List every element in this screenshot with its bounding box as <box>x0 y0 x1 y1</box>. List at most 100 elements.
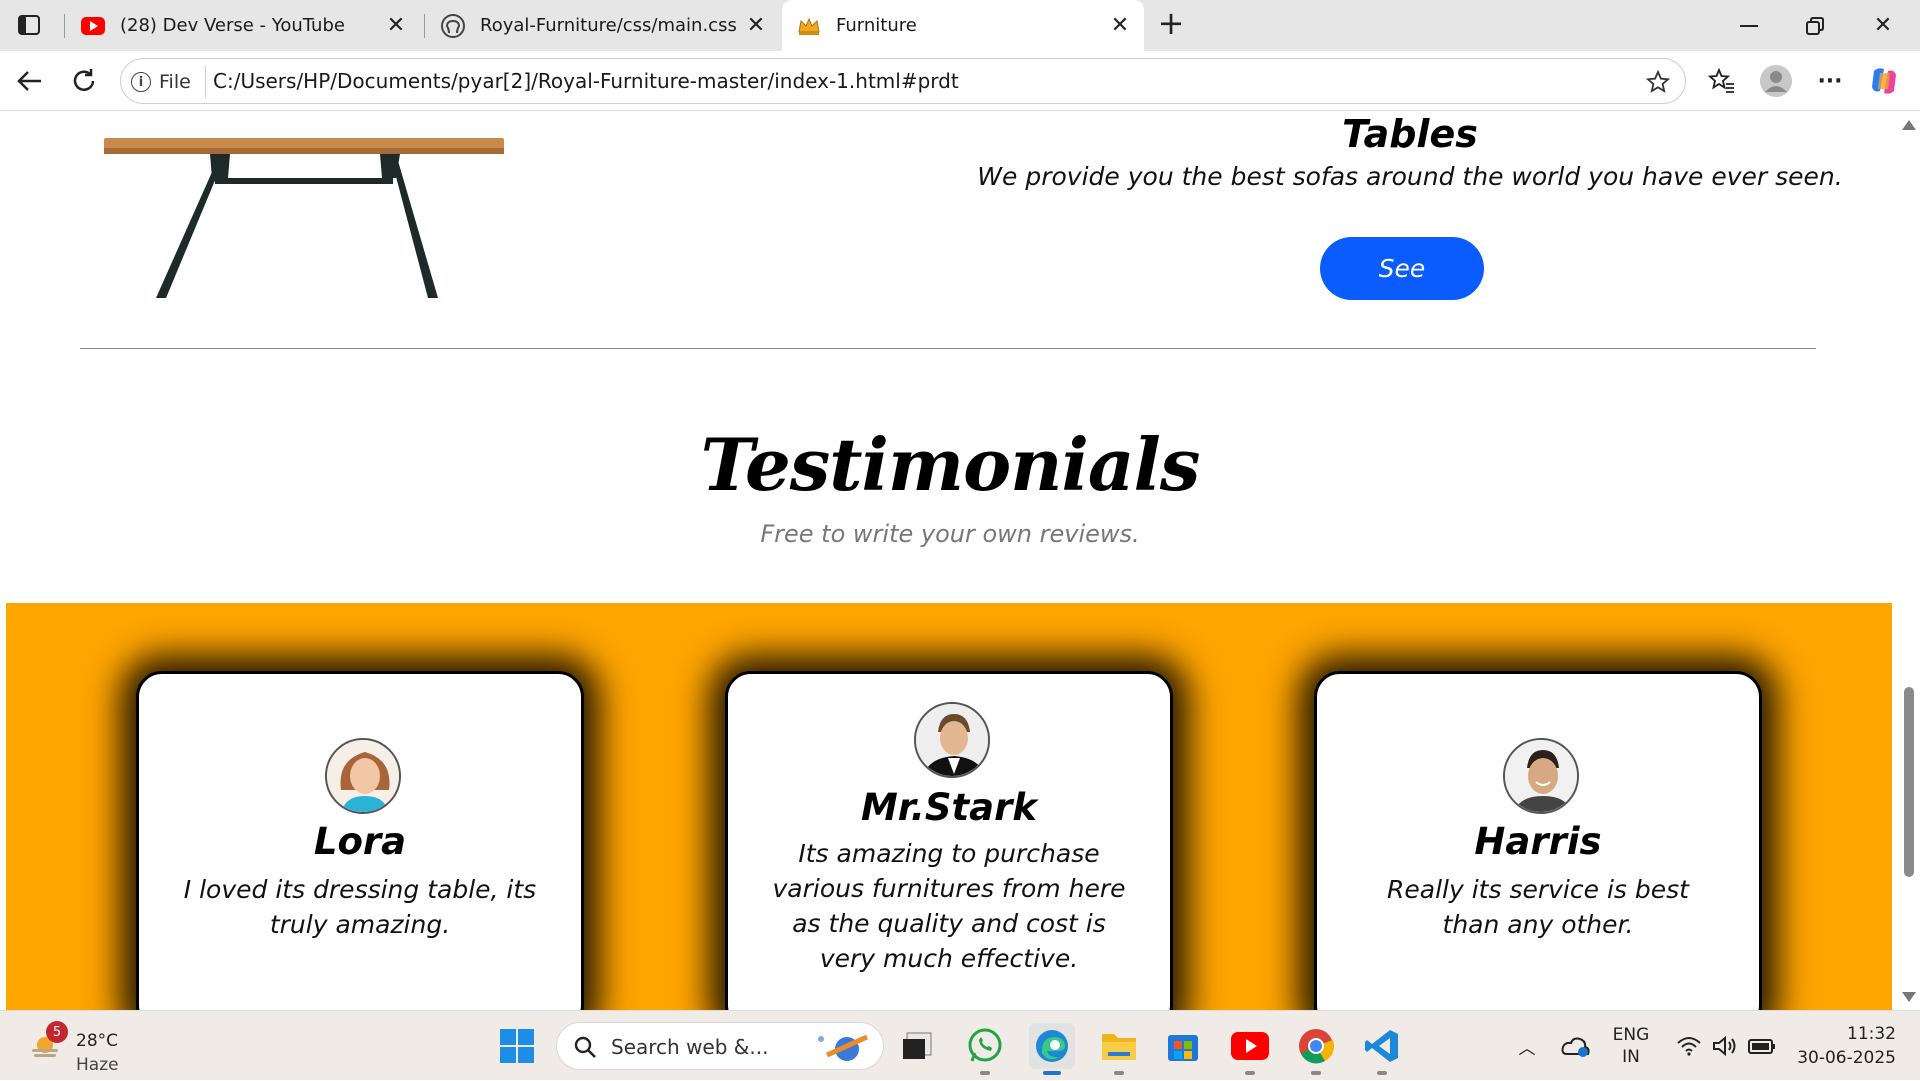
testimonial-card: Lora I loved its dressing table, its tru… <box>136 671 584 1010</box>
tab-youtube[interactable]: (28) Dev Verse - YouTube ✕ <box>66 0 420 51</box>
table-product-image <box>104 138 504 298</box>
whatsapp-button[interactable] <box>962 1023 1008 1075</box>
favorites-icon <box>1708 68 1734 93</box>
close-tab-icon[interactable]: ✕ <box>742 12 770 40</box>
avatar <box>1503 738 1579 814</box>
more-dots-icon: ··· <box>1817 68 1843 94</box>
volume-button[interactable] <box>1708 1011 1742 1081</box>
url-text[interactable]: C:/Users/HP/Documents/pyar[2]/Royal-Furn… <box>213 69 959 93</box>
avatar <box>325 738 401 814</box>
new-tab-button[interactable]: + <box>1154 7 1188 42</box>
task-view-button[interactable] <box>894 1023 940 1069</box>
minimize-icon <box>1740 24 1758 27</box>
tab-separator <box>64 14 65 38</box>
page-scrollbar[interactable] <box>1898 112 1920 1010</box>
folder-icon <box>1102 1034 1136 1060</box>
taskbar: 5 28°C Haze Search web &... ︿ ENG IN 11:… <box>0 1010 1920 1080</box>
star-icon <box>1646 70 1670 93</box>
address-bar: i File C:/Users/HP/Documents/pyar[2]/Roy… <box>0 51 1920 111</box>
weather-temperature: 28°C <box>76 1031 119 1051</box>
avatar-harris-image <box>1505 740 1577 812</box>
youtube-icon <box>80 13 106 39</box>
favorites-button[interactable] <box>1704 63 1740 99</box>
close-tab-icon[interactable]: ✕ <box>382 12 410 40</box>
profile-button[interactable] <box>1758 63 1794 99</box>
testimonial-name: Harris <box>1474 820 1602 863</box>
running-indicator <box>1377 1071 1387 1075</box>
cloud-info-icon <box>1561 1037 1590 1057</box>
microsoft-store-button[interactable] <box>1160 1023 1206 1069</box>
avatar <box>914 702 990 778</box>
weather-badge: 5 <box>46 1021 68 1043</box>
tab-title: (28) Dev Verse - YouTube <box>120 15 345 36</box>
show-hidden-icons-button[interactable]: ︿ <box>1512 1011 1542 1081</box>
tab-title: Royal-Furniture/css/main.css at m <box>480 15 742 36</box>
edge-button[interactable] <box>1029 1023 1075 1075</box>
weather-widget[interactable]: 5 28°C Haze <box>24 1021 144 1075</box>
site-info-button[interactable]: i File <box>131 66 206 98</box>
testimonial-card: Mr.Stark Its amazing to purchase various… <box>725 671 1173 1010</box>
vscode-icon <box>1365 1030 1398 1062</box>
minimize-button[interactable] <box>1716 0 1782 51</box>
testimonial-name: Lora <box>313 820 407 863</box>
youtube-app-button[interactable] <box>1227 1023 1273 1075</box>
volume-icon <box>1713 1035 1736 1057</box>
see-button[interactable]: See <box>1320 237 1484 300</box>
favorite-button[interactable] <box>1643 67 1673 97</box>
copilot-button[interactable] <box>1866 63 1902 99</box>
refresh-button[interactable] <box>64 61 104 101</box>
close-tab-icon[interactable]: ✕ <box>1106 12 1134 40</box>
scroll-up-icon[interactable] <box>1902 120 1916 130</box>
info-icon: i <box>131 72 151 92</box>
running-indicator <box>1114 1071 1124 1075</box>
testimonials-subtitle: Free to write your own reviews. <box>760 520 1140 548</box>
battery-button[interactable] <box>1744 1011 1780 1081</box>
close-window-button[interactable]: ✕ <box>1850 0 1916 51</box>
wifi-icon <box>1677 1037 1701 1056</box>
onedrive-status-button[interactable] <box>1558 1011 1594 1081</box>
copilot-icon <box>1872 68 1896 94</box>
whatsapp-icon <box>968 1028 1002 1062</box>
testimonial-card: Harris Really its service is best than a… <box>1314 671 1762 1010</box>
restore-button[interactable] <box>1782 0 1848 51</box>
chrome-icon <box>1299 1029 1334 1064</box>
tab-github[interactable]: Royal-Furniture/css/main.css at m ✕ <box>426 0 780 51</box>
avatar-mrstark-image <box>916 704 988 776</box>
wifi-button[interactable] <box>1672 1011 1706 1081</box>
crown-icon <box>796 13 822 39</box>
tab-actions-button[interactable] <box>14 10 44 40</box>
language-line2: IN <box>1622 1047 1640 1067</box>
store-icon <box>1168 1035 1198 1061</box>
clock-time: 11:32 <box>1847 1024 1896 1044</box>
start-button[interactable] <box>494 1023 540 1069</box>
file-label: File <box>159 71 191 93</box>
testimonial-text: I loved its dressing table, its truly am… <box>183 875 537 939</box>
testimonial-name: Mr.Stark <box>860 786 1037 829</box>
product-title: Tables <box>1342 112 1478 156</box>
file-explorer-button[interactable] <box>1096 1023 1142 1075</box>
edge-icon <box>1036 1030 1068 1062</box>
running-indicator <box>1311 1071 1321 1075</box>
language-indicator[interactable]: ENG IN <box>1604 1011 1658 1081</box>
back-button[interactable] <box>10 61 50 101</box>
more-options-button[interactable]: ··· <box>1812 63 1848 99</box>
task-view-icon <box>903 1032 932 1059</box>
search-icon <box>574 1036 596 1058</box>
profile-avatar-icon <box>1760 65 1792 97</box>
tab-separator <box>424 14 425 38</box>
tab-actions-icon <box>18 15 40 35</box>
chrome-button[interactable] <box>1293 1023 1339 1075</box>
testimonials-title: Testimonials <box>700 422 1201 507</box>
scroll-down-icon[interactable] <box>1902 992 1916 1002</box>
tab-furniture[interactable]: Furniture ✕ <box>782 0 1144 51</box>
taskbar-search[interactable]: Search web &... <box>556 1022 884 1070</box>
battery-icon <box>1748 1039 1775 1054</box>
clock[interactable]: 11:32 30-06-2025 <box>1786 1011 1896 1081</box>
omnibox[interactable]: i File C:/Users/HP/Documents/pyar[2]/Roy… <box>120 58 1686 104</box>
avatar-lora-image <box>327 740 399 812</box>
vscode-button[interactable] <box>1359 1023 1405 1075</box>
weather-condition: Haze <box>76 1055 119 1075</box>
refresh-icon <box>73 69 95 91</box>
product-description: We provide you the best sofas around the… <box>977 162 1843 191</box>
scroll-thumb[interactable] <box>1904 687 1914 877</box>
